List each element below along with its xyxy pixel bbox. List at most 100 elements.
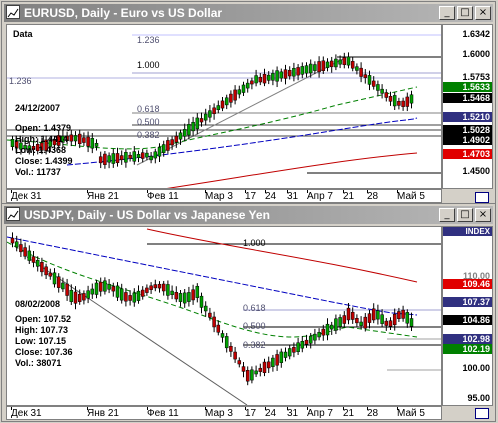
candle-body	[111, 153, 116, 164]
ma-price-tag: 109.46	[443, 279, 492, 289]
scroll-end-button[interactable]	[475, 192, 489, 203]
fib-label: 0.382	[137, 130, 160, 140]
candle-body	[170, 290, 174, 296]
tick-mark	[343, 407, 344, 410]
candle-body	[44, 266, 48, 276]
candle-body	[178, 293, 183, 302]
candle-body	[401, 309, 405, 319]
ma-price-tag: 1.5633	[443, 82, 492, 92]
fib-label: 0.500	[137, 117, 160, 127]
candle-body	[111, 286, 116, 292]
minimize-button[interactable]: _	[439, 6, 455, 20]
candle-body	[195, 117, 200, 130]
candle-body	[300, 66, 305, 75]
title-bar[interactable]: EURUSD, Daily - Euro vs US Dollar _ □ ×	[4, 4, 493, 22]
close-button[interactable]: ×	[475, 208, 491, 222]
tick-mark	[147, 407, 148, 410]
candle-body	[254, 75, 258, 84]
candle-body	[94, 282, 99, 295]
candle-body	[359, 67, 363, 77]
level-price-tag: 1.5028	[443, 125, 492, 135]
time-axis-label: Янв 21	[87, 191, 119, 202]
price-label: 100.00	[462, 363, 490, 373]
candle-body	[262, 361, 267, 373]
candle-body	[329, 60, 334, 68]
candle-body	[224, 97, 229, 106]
close-button[interactable]: ×	[475, 6, 491, 20]
candle-body	[182, 129, 187, 137]
minimize-button[interactable]: _	[439, 208, 455, 222]
high-value: High: 107.73	[15, 325, 69, 335]
data-label: Data	[13, 29, 33, 39]
time-axis[interactable]: Дек 31 Янв 21 Фев 11 Мар 3 17 24 31 Апр 7 21 28 Ма…	[6, 406, 442, 420]
time-axis-label: 21	[343, 408, 355, 419]
candle-body	[103, 153, 107, 165]
candle-body	[405, 312, 410, 324]
candle-body	[376, 310, 380, 320]
candle-body	[254, 370, 258, 375]
candle-body	[86, 290, 90, 299]
candle-body	[178, 132, 183, 140]
candle-body	[10, 237, 15, 244]
tick-mark	[367, 190, 368, 193]
candle-body	[245, 82, 250, 89]
price-label: 1.4500	[462, 166, 490, 176]
candle-body	[329, 324, 334, 330]
tick-mark	[147, 190, 148, 193]
time-axis-label: 21	[343, 191, 355, 202]
price-chart-area[interactable]: Data 1.236 1.000 1.236 0.618 0.500 0.382…	[6, 24, 442, 189]
candle-body	[182, 292, 187, 304]
candle-body	[233, 89, 237, 101]
scroll-end-button[interactable]	[475, 408, 489, 419]
candle-body	[388, 320, 393, 327]
ohlc-info: 24/12/2007 Open: 1.4379 High: 1.4414 Low…	[15, 103, 73, 178]
current-price-tag: 1.5468	[443, 93, 492, 103]
candle-body	[187, 292, 191, 302]
tick-mark	[397, 407, 398, 410]
candle-body	[136, 290, 141, 301]
candle-body	[380, 88, 384, 94]
price-axis[interactable]: 1.6342 1.6000 1.5753 1.5633 1.5468 1.521…	[442, 24, 493, 189]
maximize-button[interactable]: □	[457, 208, 473, 222]
ma-price-tag: 1.5210	[443, 112, 492, 122]
candle-body	[262, 74, 267, 84]
time-axis[interactable]: Дек 31 Янв 21 Фев 11 Мар 3 17 24 31 Апр 7 21 28 Ма…	[6, 189, 442, 203]
chart-icon	[6, 5, 20, 19]
candle-body	[115, 285, 120, 298]
maximize-button[interactable]: □	[457, 6, 473, 20]
candle-body	[124, 292, 128, 302]
tick-mark	[205, 407, 206, 410]
candle-body	[334, 58, 338, 68]
candle-body	[86, 136, 90, 147]
candle-body	[90, 138, 95, 149]
candle-body	[258, 76, 263, 83]
time-axis-label: Мар 3	[205, 191, 233, 202]
candle-body	[308, 335, 313, 344]
candle-body	[304, 65, 309, 74]
candle-body	[250, 80, 254, 85]
tick-mark	[307, 190, 308, 193]
tick-mark	[11, 190, 12, 193]
candle-body	[250, 369, 254, 381]
candle-body	[73, 291, 78, 304]
price-chart-area[interactable]: 1.000 0.618 0.500 0.382 08/02/2008 Open:…	[6, 226, 442, 406]
candle-body	[275, 70, 279, 82]
candle-body	[157, 283, 162, 289]
title-bar[interactable]: USDJPY, Daily - US Dollar vs Japanese Ye…	[4, 206, 493, 224]
moving-average-red	[166, 152, 418, 188]
volume-value: Vol.: 38071	[15, 358, 62, 368]
candle-body	[212, 107, 216, 115]
candle-body	[237, 360, 242, 365]
tick-mark	[265, 407, 266, 410]
candle-body	[90, 288, 95, 295]
candle-body	[279, 351, 284, 363]
candle-body	[292, 67, 296, 77]
candle-body	[229, 93, 233, 103]
time-axis-label: 28	[367, 191, 379, 202]
candle-body	[52, 272, 57, 285]
candle-body	[241, 366, 246, 372]
candle-body	[98, 281, 103, 292]
price-axis[interactable]: INDEX 110.00 109.46 107.37 104.86 102.98…	[442, 226, 493, 406]
chart-icon	[6, 207, 20, 221]
candle-body	[325, 323, 330, 336]
